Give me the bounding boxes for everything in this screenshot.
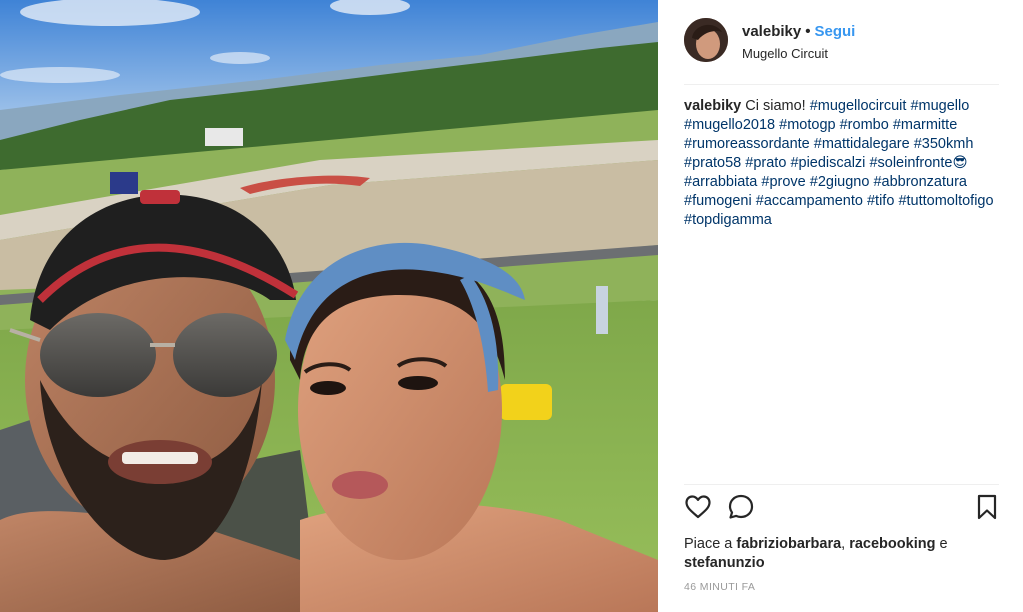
post-footer: Piace a fabriziobarbara, racebooking e s… bbox=[684, 484, 999, 593]
hashtag-link[interactable]: #soleinfronte😎 bbox=[869, 155, 967, 171]
hashtag-link[interactable]: #abbronzatura bbox=[873, 174, 967, 190]
hashtag-link[interactable]: #piediscalzi bbox=[790, 155, 865, 171]
likes-summary: Piace a fabriziobarbara, racebooking e s… bbox=[684, 535, 984, 573]
header-row: valebiky • Segui bbox=[742, 23, 855, 41]
separator-dot: • bbox=[805, 23, 811, 40]
post-caption: valebiky Ci siamo! #mugellocircuit #mugel… bbox=[684, 97, 1000, 230]
hashtag-list: #mugellocircuit #mugello #mugello2018 #m… bbox=[684, 98, 994, 228]
caption-text: Ci siamo! bbox=[745, 98, 806, 114]
post-dialog: valebiky • Segui Mugello Circuit valebiky C… bbox=[0, 0, 1023, 612]
hashtag-link[interactable]: #prato bbox=[745, 155, 786, 171]
likes-prefix: Piace a bbox=[684, 536, 733, 552]
action-bar bbox=[684, 493, 999, 537]
post-timestamp[interactable]: 46 MINUTI FA bbox=[684, 581, 999, 593]
hashtag-link[interactable]: #motogp bbox=[779, 117, 835, 133]
caption-username[interactable]: valebiky bbox=[684, 98, 741, 114]
follow-button[interactable]: Segui bbox=[814, 23, 855, 40]
hashtag-link[interactable]: #mugello bbox=[910, 98, 969, 114]
hashtag-link[interactable]: #350kmh bbox=[914, 136, 974, 152]
avatar-image bbox=[684, 18, 728, 62]
hashtag-link[interactable]: #accampamento bbox=[756, 193, 863, 209]
hashtag-link[interactable]: #mugello2018 bbox=[684, 117, 775, 133]
hashtag-link[interactable]: #mugellocircuit bbox=[810, 98, 907, 114]
bookmark-icon[interactable] bbox=[973, 493, 1001, 521]
hashtag-link[interactable]: #tuttomoltofigo bbox=[898, 193, 993, 209]
post-photo[interactable] bbox=[0, 0, 658, 612]
username-link[interactable]: valebiky bbox=[742, 23, 801, 40]
comment-bubble-icon[interactable] bbox=[727, 493, 755, 521]
selfie-photo bbox=[0, 0, 658, 612]
hashtag-link[interactable]: #rombo bbox=[840, 117, 889, 133]
hashtag-link[interactable]: #2giugno bbox=[810, 174, 870, 190]
hashtag-link[interactable]: #fumogeni bbox=[684, 193, 752, 209]
hashtag-link[interactable]: #arrabbiata bbox=[684, 174, 757, 190]
hashtag-link[interactable]: #mattidalegare bbox=[814, 136, 910, 152]
post-header: valebiky • Segui Mugello Circuit bbox=[684, 18, 999, 85]
post-side-panel: valebiky • Segui Mugello Circuit valebiky C… bbox=[658, 0, 1023, 612]
location-link[interactable]: Mugello Circuit bbox=[742, 45, 855, 63]
liker-link[interactable]: stefanunzio bbox=[684, 555, 765, 571]
likes-separator: , bbox=[841, 536, 846, 552]
header-text: valebiky • Segui Mugello Circuit bbox=[742, 23, 855, 63]
hashtag-link[interactable]: #marmitte bbox=[893, 117, 957, 133]
likes-conjunction: e bbox=[939, 536, 948, 552]
hashtag-link[interactable]: #topdigamma bbox=[684, 212, 772, 228]
liker-link[interactable]: fabriziobarbara bbox=[736, 536, 841, 552]
heart-icon[interactable] bbox=[684, 493, 712, 521]
liker-link[interactable]: racebooking bbox=[849, 536, 935, 552]
avatar[interactable] bbox=[684, 18, 728, 62]
hashtag-link[interactable]: #prato58 bbox=[684, 155, 741, 171]
hashtag-link[interactable]: #tifo bbox=[867, 193, 894, 209]
hashtag-link[interactable]: #prove bbox=[761, 174, 805, 190]
hashtag-link[interactable]: #rumoreassordante bbox=[684, 136, 810, 152]
